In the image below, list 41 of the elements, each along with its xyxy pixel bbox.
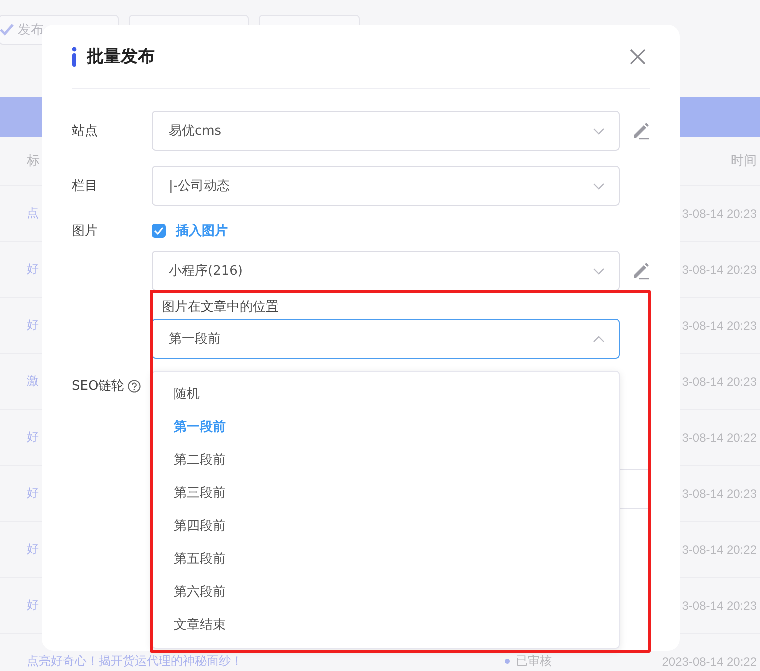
field-caption: 图片在文章中的位置	[162, 299, 280, 317]
time-cell-text: 3-08-14 20:23	[681, 598, 758, 612]
dropdown-option[interactable]: 第二段前	[153, 444, 619, 477]
select-field[interactable]: 小程序(216)	[152, 251, 620, 291]
dropdown-option[interactable]: 第三段前	[153, 477, 619, 510]
select-field[interactable]: 第一段前	[152, 319, 620, 359]
time-cell-text: 3-08-14 20:23	[681, 374, 758, 388]
time-cell-text: 2023-08-14 20:22	[661, 654, 758, 668]
checkbox[interactable]	[152, 224, 166, 238]
dropdown-option[interactable]: 第六段前	[153, 576, 619, 609]
time-cell-text: 3-08-14 20:23	[681, 486, 758, 500]
help-icon[interactable]	[128, 380, 141, 392]
status-text: 已审核	[516, 653, 552, 670]
dropdown-option[interactable]: 随机	[153, 378, 619, 411]
pencil-icon[interactable]	[632, 122, 650, 140]
select-field[interactable]: 易优cms	[152, 111, 620, 151]
field-label: 图片	[72, 223, 98, 240]
caret-icon	[593, 336, 605, 342]
info-icon	[72, 46, 77, 66]
pencil-icon[interactable]	[632, 262, 650, 280]
time-cell-text: 3-08-14 20:23	[681, 206, 758, 220]
field-label: 栏目	[72, 178, 98, 195]
dropdown-option[interactable]: 文章结束	[153, 609, 619, 642]
dropdown-option[interactable]: 第五段前	[153, 543, 619, 576]
status-dot-icon	[505, 659, 510, 664]
column-header: 时间	[730, 152, 758, 170]
time-cell-text: 3-08-14 20:23	[681, 318, 758, 332]
field-label: SEO链轮	[72, 378, 125, 395]
column-header: 标	[27, 152, 41, 170]
caret-icon	[593, 128, 605, 134]
caret-icon	[593, 268, 605, 274]
time-cell-text: 3-08-14 20:22	[681, 542, 758, 556]
field-label: 站点	[72, 123, 98, 140]
time-cell-text: 3-08-14 20:22	[681, 430, 758, 444]
close-icon[interactable]	[630, 48, 646, 64]
time-cell-text: 3-08-14 20:23	[681, 262, 758, 276]
dropdown-option[interactable]: 第四段前	[153, 510, 619, 543]
check-icon	[0, 24, 14, 36]
caret-icon	[593, 182, 605, 190]
dialog-title: 批量发布	[87, 46, 156, 68]
select-field[interactable]: |-公司动态	[152, 166, 620, 206]
